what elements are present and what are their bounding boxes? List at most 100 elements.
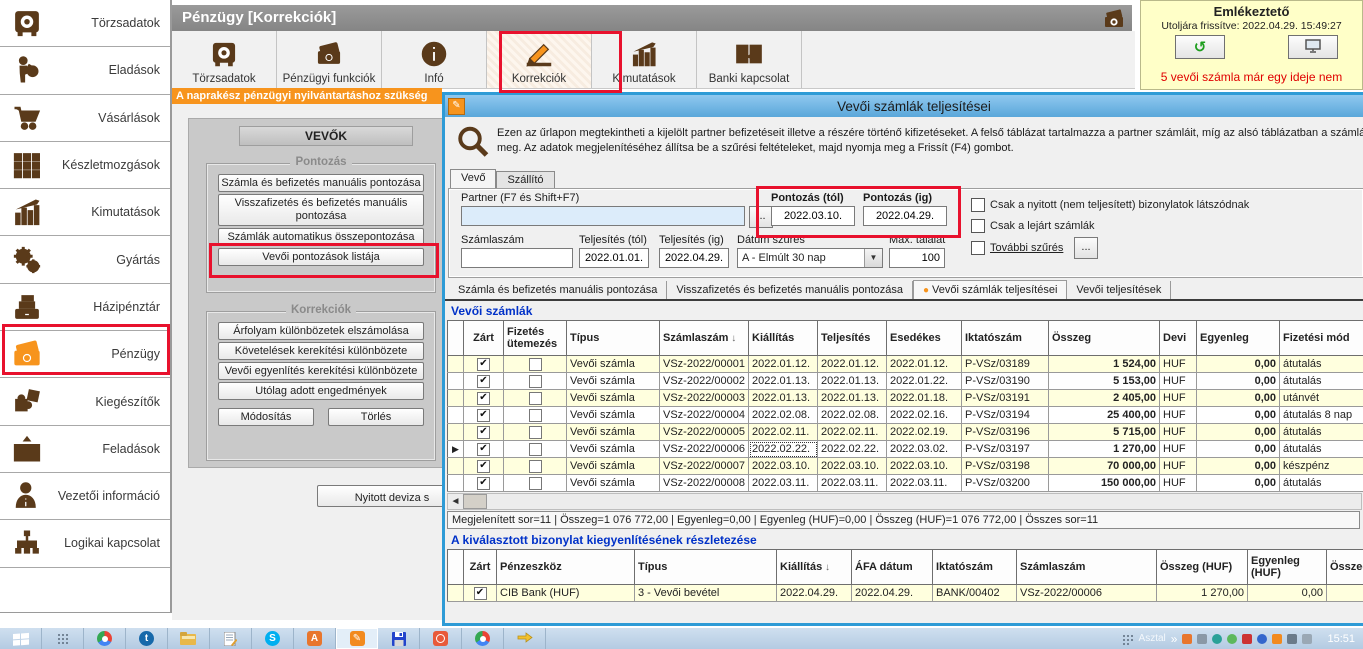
column-header[interactable]: Zárt (464, 321, 504, 356)
toolbar-button-torzsadatok[interactable]: Törzsadatok (172, 31, 277, 88)
save-floppy-icon[interactable] (378, 628, 420, 649)
sidebar-item-vezetoi-informacio[interactable]: Vezetői információ (0, 473, 170, 520)
sidebar-item-eladasok[interactable]: Eladások (0, 47, 170, 94)
zart-checkbox[interactable] (477, 477, 490, 490)
utemezes-checkbox[interactable] (529, 375, 542, 388)
reminder-monitor-button[interactable] (1288, 35, 1338, 59)
subtab-vevoi-teljesitesek[interactable]: Vevői teljesítések (1067, 281, 1171, 299)
sidebar-item-kimutatasok[interactable]: Kimutatások (0, 189, 170, 236)
transfer-arrows-icon[interactable] (504, 628, 546, 649)
subtab-visszafizetes[interactable]: Visszafizetés és befizetés manuális pont… (667, 281, 913, 299)
table-row[interactable]: Vevői számla VSz-2022/00001 2022.01.12. … (448, 356, 1363, 373)
checkbox-more-filter[interactable] (971, 241, 985, 255)
sidebar-item-vasarlasok[interactable]: Vásárlások (0, 95, 170, 142)
button-vevoi-pontozasok-listaja[interactable]: Vevői pontozások listája (218, 248, 424, 266)
zart-checkbox[interactable] (477, 409, 490, 422)
column-header[interactable]: Típus (635, 550, 777, 585)
tab-szallito[interactable]: Szállító (496, 171, 554, 188)
button-utolag-adott-engedmenyek[interactable]: Utólag adott engedmények (218, 382, 424, 400)
sidebar-item-hazipenztar[interactable]: Házipénztár (0, 284, 170, 331)
app-grid-icon[interactable] (42, 628, 84, 649)
active-app-pen-icon[interactable]: ✎ (336, 628, 378, 649)
table-row[interactable]: Vevői számla VSz-2022/00004 2022.02.08. … (448, 407, 1363, 424)
tray-icon-7[interactable] (1272, 634, 1282, 644)
table-row[interactable]: Vevői számla VSz-2022/00002 2022.01.13. … (448, 373, 1363, 390)
column-header[interactable]: Összeg (1327, 550, 1363, 585)
utemezes-checkbox[interactable] (529, 460, 542, 473)
button-visszafizetes-pontozas[interactable]: Visszafizetés és befizetés manuális pont… (218, 194, 424, 226)
modify-button[interactable]: Módosítás (218, 408, 314, 426)
toolbar-button-korrekciok[interactable]: Korrekciók (487, 31, 592, 88)
button-automatikus-osszepontozas[interactable]: Számlák automatikus összepontozása (218, 228, 424, 246)
fulfill-from-input[interactable] (579, 248, 649, 268)
table-row[interactable]: CIB Bank (HUF) 3 - Vevői bevétel 2022.04… (448, 585, 1363, 602)
sidebar-item-penzugy[interactable]: Pénzügy (0, 331, 170, 378)
table-row[interactable]: Vevői számla VSz-2022/00008 2022.03.11. … (448, 475, 1363, 492)
column-header[interactable]: Számlaszám (1017, 550, 1157, 585)
zart-checkbox[interactable] (477, 443, 490, 456)
tray-icon-4[interactable] (1227, 634, 1237, 644)
tray-grid-icon[interactable] (1122, 633, 1134, 645)
tray-icon-9[interactable] (1302, 634, 1312, 644)
toolbar-button-kimutatasok[interactable]: Kimutatások (592, 31, 697, 88)
sidebar-item-kiegeszitok[interactable]: Kiegészítők (0, 378, 170, 425)
tray-chevron-icon[interactable]: » (1171, 632, 1178, 646)
button-kovetelesek-kerekitesi[interactable]: Követelések kerekítési különbözete (218, 342, 424, 360)
checkbox-row-more-filter[interactable]: További szűrés (971, 241, 1063, 255)
fulfill-to-input[interactable] (659, 248, 729, 268)
tray-icon-2[interactable] (1197, 634, 1207, 644)
tray-icon-1[interactable] (1182, 634, 1192, 644)
desktop-toolbar-label[interactable]: Asztal (1139, 633, 1166, 644)
utemezes-checkbox[interactable] (529, 443, 542, 456)
column-header[interactable]: Egyenleg (HUF) (1248, 550, 1327, 585)
autocad-icon[interactable]: A (294, 628, 336, 649)
column-header[interactable]: ÁFA dátum (852, 550, 933, 585)
sidebar-item-gyartas[interactable]: Gyártás (0, 236, 170, 283)
scrollbar-thumb[interactable] (463, 494, 487, 509)
sidebar-item-torzsadatok[interactable]: Törzsadatok (0, 0, 170, 47)
pontozas-from-input[interactable] (771, 206, 855, 226)
notepad-icon[interactable] (210, 628, 252, 649)
column-header[interactable]: Kiállítás (749, 321, 818, 356)
tray-icon-5[interactable] (1242, 634, 1252, 644)
utemezes-checkbox[interactable] (529, 358, 542, 371)
date-filter-select[interactable]: A - Elmúlt 30 nap ▼ (737, 248, 883, 268)
toolbar-button-banki-kapcsolat[interactable]: Banki kapcsolat (697, 31, 802, 88)
toolbar-button-info[interactable]: Infó (382, 31, 487, 88)
checkbox-open-only[interactable] (971, 198, 985, 212)
column-header[interactable]: Egyenleg (1197, 321, 1280, 356)
table-row[interactable]: Vevői számla VSz-2022/00007 2022.03.10. … (448, 458, 1363, 475)
checkbox-row-expired-only[interactable]: Csak a lejárt számlák (971, 219, 1095, 233)
invoice-number-input[interactable] (461, 248, 573, 268)
scroll-left-icon[interactable]: ◄ (448, 495, 463, 508)
tray-icon-3[interactable] (1212, 634, 1222, 644)
table-row[interactable]: Vevői számla VSz-2022/00005 2022.02.11. … (448, 424, 1363, 441)
pontozas-to-input[interactable] (863, 206, 947, 226)
chrome-icon[interactable] (84, 628, 126, 649)
zart-checkbox[interactable] (477, 426, 490, 439)
column-header[interactable]: Fizetés ütemezés (504, 321, 567, 356)
column-header[interactable]: Devi (1160, 321, 1197, 356)
explorer-icon[interactable] (168, 628, 210, 649)
thunderbird-icon[interactable]: t (126, 628, 168, 649)
column-header[interactable]: Összeg (HUF) (1157, 550, 1248, 585)
zart-checkbox[interactable] (474, 587, 487, 600)
sidebar-item-feladasok[interactable]: Feladások (0, 426, 170, 473)
table-row[interactable]: Vevői számla VSz-2022/00003 2022.01.13. … (448, 390, 1363, 407)
zart-checkbox[interactable] (477, 375, 490, 388)
reminder-refresh-button[interactable]: ↺ (1175, 35, 1225, 59)
zart-checkbox[interactable] (477, 460, 490, 473)
tray-icon-6[interactable] (1257, 634, 1267, 644)
zart-checkbox[interactable] (477, 392, 490, 405)
table-row[interactable]: Vevői számla VSz-2022/00006 2022.02.22. … (448, 441, 1363, 458)
subtab-szamla-befizetes[interactable]: Számla és befizetés manuális pontozása (449, 281, 667, 299)
utemezes-checkbox[interactable] (529, 426, 542, 439)
tray-icon-8[interactable] (1287, 634, 1297, 644)
clock[interactable]: 15:51 (1327, 633, 1355, 645)
checkbox-expired-only[interactable] (971, 219, 985, 233)
zart-checkbox[interactable] (477, 358, 490, 371)
column-header[interactable]: Típus (567, 321, 660, 356)
column-header[interactable] (448, 321, 464, 356)
checkbox-row-open-only[interactable]: Csak a nyitott (nem teljesített) bizonyl… (971, 198, 1249, 212)
utemezes-checkbox[interactable] (529, 392, 542, 405)
